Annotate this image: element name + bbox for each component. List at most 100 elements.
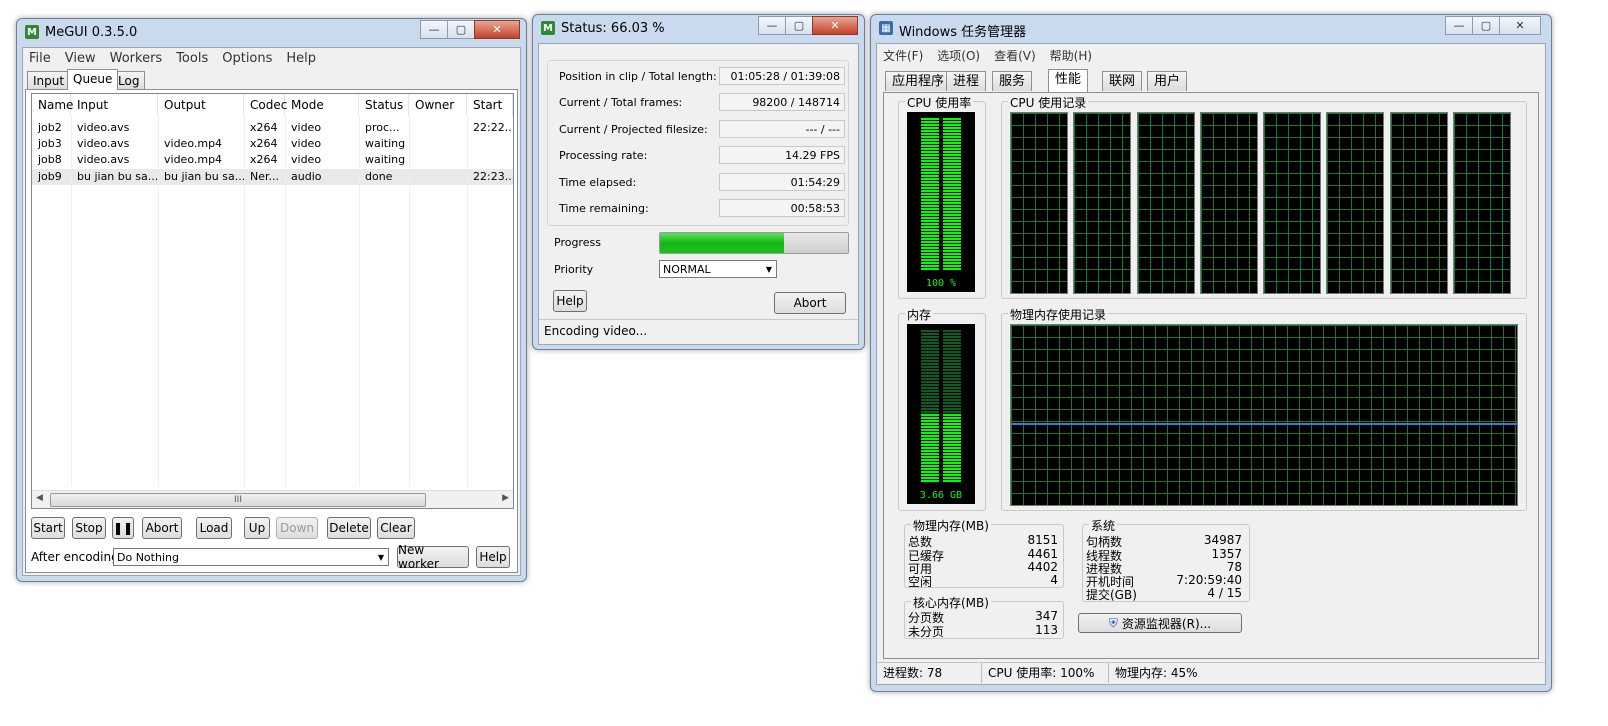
meter-segment (921, 163, 939, 165)
meter-segment (921, 465, 939, 467)
menu-view[interactable]: View (65, 51, 96, 66)
col-input[interactable]: Input (71, 94, 158, 116)
status-strip: Encoding video... (539, 319, 858, 344)
maximize-icon[interactable]: ▢ (447, 20, 475, 39)
taskmgr-app-icon: ▦ (879, 21, 893, 35)
abort-button[interactable]: Abort (142, 517, 182, 539)
chevron-down-icon: ▼ (377, 553, 384, 562)
menu-file-cn[interactable]: 文件(F) (883, 47, 923, 64)
menu-tools[interactable]: Tools (176, 51, 208, 66)
status-caption-buttons: — ▢ ✕ (758, 16, 858, 35)
tab-queue[interactable]: Queue (67, 69, 119, 90)
col-output[interactable]: Output (158, 94, 244, 116)
meter-segment (943, 459, 961, 461)
col-mode[interactable]: Mode (285, 94, 359, 116)
memory-label: 内存 (905, 306, 934, 323)
minimize-icon[interactable]: — (758, 16, 786, 35)
down-button[interactable]: Down (276, 517, 318, 539)
meter-segment (943, 474, 961, 476)
meter-segment (921, 393, 939, 395)
minimize-icon[interactable]: — (420, 20, 448, 39)
col-status[interactable]: Status (359, 94, 409, 116)
meter-segment (943, 211, 961, 213)
meter-segment (943, 208, 961, 210)
tab-users[interactable]: 用户 (1147, 71, 1188, 91)
tab-networking[interactable]: 联网 (1102, 71, 1143, 91)
taskmgr-titlebar[interactable]: ▦ Windows 任务管理器 — ▢ ✕ (871, 15, 1551, 41)
stop-button[interactable]: Stop (72, 517, 106, 539)
table-row[interactable]: job2 video.avs x264 video proc... 22:22.… (32, 120, 513, 136)
status-help-button[interactable]: Help (553, 290, 587, 312)
queue-panel: Name Input Output Codec Mode Status Owne… (25, 89, 518, 573)
meter-segment (921, 387, 939, 389)
meter-segment (943, 151, 961, 153)
meter-segment (943, 450, 961, 452)
table-row[interactable]: job3 video.avs video.mp4 x264 video wait… (32, 136, 513, 152)
scroll-thumb[interactable]: III (50, 493, 426, 507)
maximize-icon[interactable]: ▢ (1472, 16, 1500, 35)
close-icon[interactable]: ✕ (1499, 16, 1541, 35)
meter-segment (921, 256, 939, 258)
start-button[interactable]: Start (31, 517, 65, 539)
col-codec[interactable]: Codec (244, 94, 287, 116)
meter-segment (921, 175, 939, 177)
taskmgr-client: 文件(F) 选项(O) 查看(V) 帮助(H) 应用程序 进程 服务 性能 联网… (876, 43, 1546, 685)
menu-help-cn[interactable]: 帮助(H) (1050, 47, 1092, 64)
delete-button[interactable]: Delete (327, 517, 371, 539)
megui-titlebar[interactable]: M MeGUI 0.3.5.0 — ▢ ✕ (17, 19, 526, 45)
meter-segment (943, 468, 961, 470)
after-encoding-select[interactable]: Do Nothing ▼ (113, 548, 389, 566)
help-button[interactable]: Help (476, 546, 510, 568)
frames-value: 98200 / 148714 (719, 93, 845, 111)
meter-segment (943, 196, 961, 198)
up-button[interactable]: Up (244, 517, 270, 539)
meter-segment (921, 429, 939, 431)
priority-select[interactable]: NORMAL ▼ (659, 260, 777, 278)
tab-processes[interactable]: 进程 (946, 71, 987, 91)
pause-button[interactable]: ❚❚ (112, 517, 134, 539)
col-start[interactable]: Start (467, 94, 513, 116)
tab-applications[interactable]: 应用程序 (885, 71, 952, 91)
menu-view-cn[interactable]: 查看(V) (994, 47, 1036, 64)
meter-segment (921, 447, 939, 449)
scroll-left-icon[interactable]: ◀ (36, 493, 43, 503)
maximize-icon[interactable]: ▢ (785, 16, 813, 35)
status-abort-button[interactable]: Abort (774, 292, 846, 314)
menu-options-cn[interactable]: 选项(O) (937, 47, 980, 64)
meter-segment (921, 462, 939, 464)
menu-help[interactable]: Help (286, 51, 316, 66)
memory-history-line (1011, 423, 1517, 425)
meter-segment (943, 217, 961, 219)
menu-options[interactable]: Options (222, 51, 272, 66)
status-titlebar[interactable]: M Status: 66.03 % — ▢ ✕ (533, 15, 864, 41)
meter-segment (943, 477, 961, 479)
tab-services[interactable]: 服务 (992, 71, 1033, 91)
rate-value: 14.29 FPS (719, 146, 845, 164)
tab-input[interactable]: Input (27, 71, 71, 90)
meter-segment (943, 336, 961, 338)
close-icon[interactable]: ✕ (812, 16, 858, 35)
meter-segment (921, 459, 939, 461)
cpu-core-graph (1137, 112, 1195, 294)
meter-segment (943, 330, 961, 332)
table-row[interactable]: job8 video.avs video.mp4 x264 video wait… (32, 152, 513, 168)
menu-workers[interactable]: Workers (110, 51, 163, 66)
menu-file[interactable]: File (29, 51, 51, 66)
meter-segment (921, 148, 939, 150)
meter-segment (943, 423, 961, 425)
meter-segment (921, 139, 939, 141)
horizontal-scrollbar[interactable]: ◀ III ▶ (32, 490, 513, 508)
minimize-icon[interactable]: — (1445, 16, 1473, 35)
load-button[interactable]: Load (196, 517, 232, 539)
close-icon[interactable]: ✕ (474, 20, 520, 39)
job-list[interactable]: Name Input Output Codec Mode Status Owne… (31, 93, 514, 509)
new-worker-button[interactable]: New worker (397, 543, 469, 571)
scroll-right-icon[interactable]: ▶ (502, 493, 509, 503)
tab-performance[interactable]: 性能 (1048, 69, 1089, 92)
col-owner[interactable]: Owner (409, 94, 467, 116)
resource-monitor-button[interactable]: ⛨ 资源监视器(R)... (1078, 613, 1242, 633)
clear-button[interactable]: Clear (377, 517, 415, 539)
meter-segment (921, 169, 939, 171)
table-row[interactable]: job9 bu jian bu sa... bu jian bu sa... N… (32, 169, 513, 185)
col-name[interactable]: Name (32, 94, 73, 116)
